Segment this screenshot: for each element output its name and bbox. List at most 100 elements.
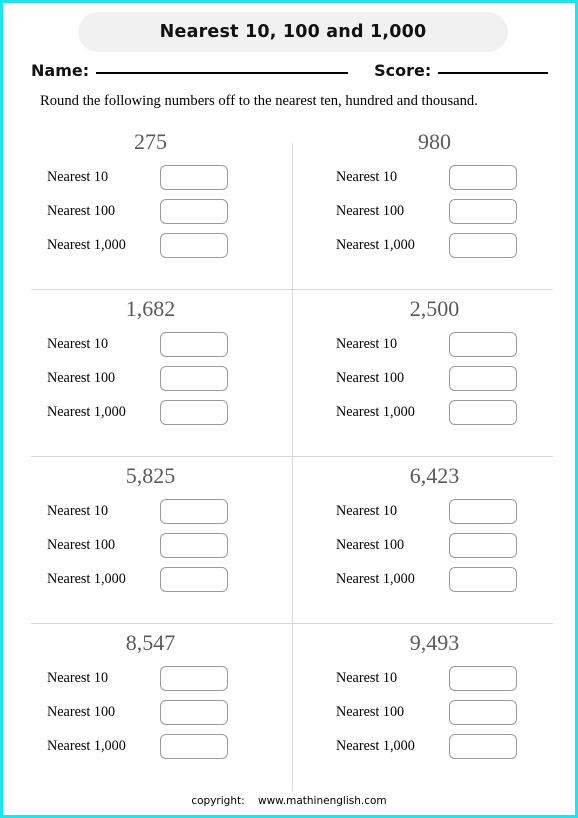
question-label: Nearest 1,000 [47, 404, 126, 421]
answer-box[interactable] [160, 366, 228, 392]
answer-box[interactable] [449, 700, 517, 726]
question-label: Nearest 10 [47, 670, 109, 687]
question-line: Nearest 10 [292, 332, 559, 358]
question-label: Nearest 10 [336, 670, 398, 687]
question-line: Nearest 100 [25, 700, 292, 726]
answer-box[interactable] [160, 199, 228, 225]
exercise-number: 2,500 [409, 296, 460, 321]
question-line: Nearest 1,000 [25, 400, 292, 426]
answer-box[interactable] [449, 165, 517, 191]
exercise-number: 1,682 [125, 296, 176, 321]
answer-box[interactable] [160, 700, 228, 726]
question-line: Nearest 10 [25, 165, 292, 191]
answer-box[interactable] [449, 366, 517, 392]
question-line: Nearest 1,000 [292, 233, 559, 259]
question-label: Nearest 1,000 [47, 237, 126, 254]
exercise-number: 5,825 [125, 463, 176, 488]
question-label: Nearest 10 [336, 336, 398, 353]
score-input-line[interactable] [438, 72, 549, 74]
page-title: Nearest 10, 100 and 1,000 [159, 22, 427, 42]
question-label: Nearest 100 [47, 203, 116, 220]
question-label: Nearest 1,000 [336, 738, 415, 755]
answer-box[interactable] [160, 233, 228, 259]
exercise-number: 275 [134, 129, 167, 154]
question-line: Nearest 100 [25, 199, 292, 225]
question-label: Nearest 100 [47, 537, 116, 554]
exercise-number: 8,547 [125, 630, 176, 655]
question-label: Nearest 100 [336, 704, 405, 721]
name-input-line[interactable] [96, 72, 349, 74]
exercise-cell: 9,493 Nearest 10 Nearest 100 Nearest 1,0… [292, 624, 559, 791]
question-line: Nearest 100 [25, 533, 292, 559]
question-line: Nearest 10 [25, 332, 292, 358]
question-label: Nearest 1,000 [336, 404, 415, 421]
question-line: Nearest 1,000 [25, 233, 292, 259]
answer-box[interactable] [449, 499, 517, 525]
answer-box[interactable] [449, 734, 517, 760]
answer-box[interactable] [160, 567, 228, 593]
question-line: Nearest 100 [292, 199, 559, 225]
exercise-cell: 980 Nearest 10 Nearest 100 Nearest 1,000 [292, 123, 559, 290]
answer-box[interactable] [449, 533, 517, 559]
answer-box[interactable] [449, 400, 517, 426]
exercise-row: 1,682 Nearest 10 Nearest 100 Nearest 1,0… [25, 290, 559, 457]
exercise-row: 5,825 Nearest 10 Nearest 100 Nearest 1,0… [25, 457, 559, 624]
exercise-grid: 275 Nearest 10 Nearest 100 Nearest 1,000… [25, 123, 559, 791]
question-label: Nearest 100 [336, 370, 405, 387]
answer-box[interactable] [449, 332, 517, 358]
question-label: Nearest 1,000 [47, 571, 126, 588]
exercise-number: 6,423 [409, 463, 460, 488]
question-label: Nearest 10 [47, 336, 109, 353]
exercise-cell: 8,547 Nearest 10 Nearest 100 Nearest 1,0… [25, 624, 292, 791]
answer-box[interactable] [449, 666, 517, 692]
answer-box[interactable] [160, 666, 228, 692]
exercise-cell: 2,500 Nearest 10 Nearest 100 Nearest 1,0… [292, 290, 559, 457]
question-line: Nearest 1,000 [25, 567, 292, 593]
exercise-row: 275 Nearest 10 Nearest 100 Nearest 1,000… [25, 123, 559, 290]
question-line: Nearest 100 [25, 366, 292, 392]
exercise-number: 980 [418, 129, 451, 154]
question-label: Nearest 10 [47, 503, 109, 520]
question-line: Nearest 10 [25, 499, 292, 525]
question-line: Nearest 1,000 [292, 400, 559, 426]
answer-box[interactable] [449, 567, 517, 593]
exercise-number: 9,493 [409, 630, 460, 655]
question-label: Nearest 100 [336, 203, 405, 220]
question-label: Nearest 100 [336, 537, 405, 554]
question-label: Nearest 100 [47, 370, 116, 387]
question-label: Nearest 1,000 [47, 738, 126, 755]
answer-box[interactable] [160, 165, 228, 191]
question-label: Nearest 10 [336, 503, 398, 520]
exercise-cell: 1,682 Nearest 10 Nearest 100 Nearest 1,0… [25, 290, 292, 457]
question-line: Nearest 100 [292, 366, 559, 392]
worksheet-title-banner: Nearest 10, 100 and 1,000 [78, 12, 508, 52]
answer-box[interactable] [160, 332, 228, 358]
website-url: www.mathinenglish.com [257, 795, 387, 807]
question-label: Nearest 10 [336, 169, 398, 186]
answer-box[interactable] [160, 400, 228, 426]
question-line: Nearest 10 [25, 666, 292, 692]
copyright-label: copyright: [191, 795, 245, 807]
question-line: Nearest 1,000 [25, 734, 292, 760]
question-label: Nearest 1,000 [336, 237, 415, 254]
name-score-row: Name: Score: [31, 61, 553, 87]
answer-box[interactable] [449, 233, 517, 259]
answer-box[interactable] [160, 533, 228, 559]
exercise-cell: 275 Nearest 10 Nearest 100 Nearest 1,000 [25, 123, 292, 290]
question-line: Nearest 1,000 [292, 734, 559, 760]
question-label: Nearest 100 [47, 704, 116, 721]
question-line: Nearest 1,000 [292, 567, 559, 593]
question-line: Nearest 10 [292, 165, 559, 191]
question-label: Nearest 10 [47, 169, 109, 186]
exercise-cell: 6,423 Nearest 10 Nearest 100 Nearest 1,0… [292, 457, 559, 624]
question-label: Nearest 1,000 [336, 571, 415, 588]
question-line: Nearest 100 [292, 533, 559, 559]
answer-box[interactable] [160, 499, 228, 525]
exercise-cell: 5,825 Nearest 10 Nearest 100 Nearest 1,0… [25, 457, 292, 624]
instruction-text: Round the following numbers off to the n… [40, 93, 478, 109]
answer-box[interactable] [160, 734, 228, 760]
question-line: Nearest 10 [292, 666, 559, 692]
question-line: Nearest 10 [292, 499, 559, 525]
answer-box[interactable] [449, 199, 517, 225]
footer: copyright: www.mathinenglish.com [3, 795, 575, 807]
